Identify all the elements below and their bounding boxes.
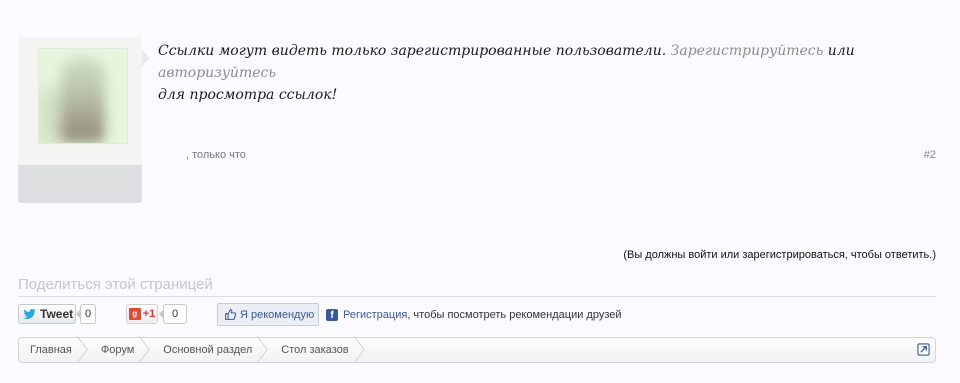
message-pointer bbox=[142, 50, 150, 66]
tweet-count: 0 bbox=[76, 304, 96, 324]
facebook-register-note: Регистрация, чтобы посмотреть рекомендац… bbox=[343, 309, 622, 321]
user-avatar-panel bbox=[18, 37, 142, 203]
avatar[interactable] bbox=[38, 48, 128, 144]
post-message: Ссылки могут видеть только зарегистриров… bbox=[158, 40, 938, 106]
breadcrumb-orders-desk[interactable]: Стол заказов bbox=[270, 338, 366, 362]
message-text: Ссылки могут видеть только зарегистриров… bbox=[158, 43, 667, 59]
google-plus-count: 0 bbox=[159, 304, 187, 324]
post-permalink[interactable]: #2 bbox=[924, 149, 936, 161]
google-plus-button[interactable]: g +1 bbox=[126, 304, 158, 324]
breadcrumb-main-section[interactable]: Основной раздел bbox=[152, 338, 270, 362]
breadcrumb-forum[interactable]: Форум bbox=[90, 338, 152, 362]
thumbs-up-icon bbox=[225, 309, 237, 320]
tweet-button[interactable]: Tweet bbox=[18, 304, 76, 324]
google-plus-label: +1 bbox=[142, 308, 156, 320]
jump-to-page-icon[interactable] bbox=[917, 343, 930, 356]
reply-login-note[interactable]: (Вы должны войти или зарегистрироваться,… bbox=[623, 249, 936, 261]
breadcrumb: Главная Форум Основной раздел Стол заказ… bbox=[18, 337, 936, 363]
facebook-icon: f bbox=[326, 309, 338, 321]
tweet-label: Tweet bbox=[40, 307, 74, 321]
post-date[interactable]: , только что bbox=[186, 149, 246, 161]
message-suffix: для просмотра ссылок! bbox=[158, 87, 338, 103]
breadcrumb-home[interactable]: Главная bbox=[19, 338, 90, 362]
login-link[interactable]: авторизуйтесь bbox=[158, 65, 276, 81]
google-plus-icon: g bbox=[128, 308, 141, 320]
share-divider bbox=[18, 296, 936, 297]
register-link[interactable]: Зарегистрируйтесь bbox=[671, 43, 824, 59]
twitter-bird-icon bbox=[23, 308, 37, 319]
share-title: Поделиться этой страницей bbox=[18, 276, 213, 293]
facebook-like-button[interactable]: Я рекомендую bbox=[217, 303, 319, 326]
or-text: или bbox=[827, 43, 855, 59]
facebook-note-text: , чтобы посмотреть рекомендации друзей bbox=[407, 309, 622, 321]
avatar-frame bbox=[18, 37, 142, 165]
facebook-register-link[interactable]: Регистрация bbox=[343, 309, 407, 321]
like-label: Я рекомендую bbox=[240, 308, 315, 321]
